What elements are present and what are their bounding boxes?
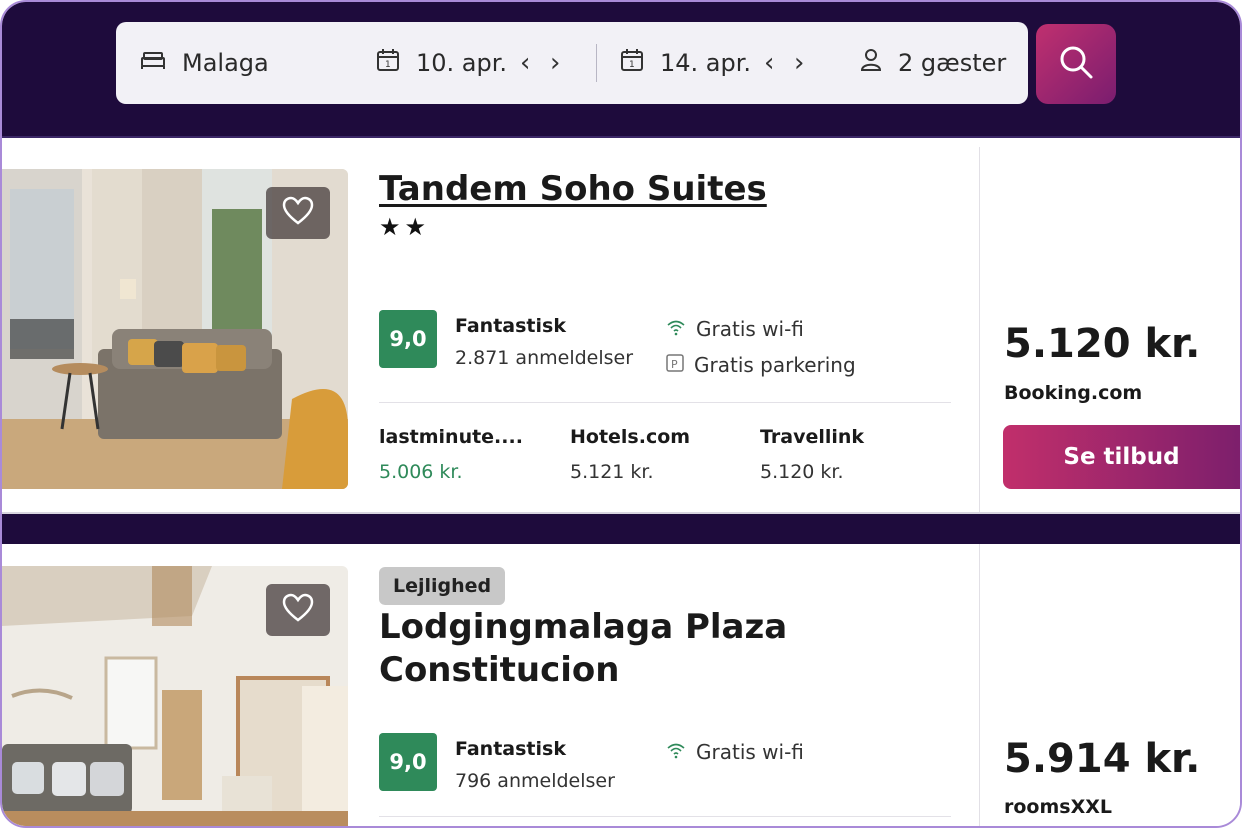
destination-value: Malaga <box>182 49 269 77</box>
score-badge: 9,0 <box>379 310 437 368</box>
hotel-name-line1[interactable]: Lodgingmalaga Plaza <box>379 607 787 647</box>
provider-name[interactable]: lastminute.... <box>379 426 523 448</box>
wifi-icon <box>666 740 686 764</box>
amenity-label: Gratis wi-fi <box>696 317 804 341</box>
provider-name[interactable]: Hotels.com <box>570 426 690 448</box>
chevron-left-icon: ‹ <box>764 48 775 78</box>
amenity-parking: P Gratis parkering <box>666 353 856 377</box>
review-count: 2.871 anmeldelser <box>455 347 634 369</box>
rating-label: Fantastisk <box>455 315 566 337</box>
amenity-label: Gratis wi-fi <box>696 740 804 764</box>
search-button[interactable] <box>1036 24 1116 104</box>
amenity-label: Gratis parkering <box>694 353 856 377</box>
hotel-card: Lejlighed Lodgingmalaga Plaza Constituci… <box>2 544 1240 826</box>
bed-icon <box>140 49 166 77</box>
main-price: 5.914 kr. <box>1004 736 1201 782</box>
hotel-card: Tandem Soho Suites ★★ 9,0 Fantastisk 2.8… <box>2 147 1240 512</box>
main-source: Booking.com <box>1004 382 1143 404</box>
hotel-name-line2[interactable]: Constitucion <box>379 650 620 690</box>
user-icon <box>860 48 882 78</box>
review-count: 796 anmeldelser <box>455 770 615 792</box>
svg-text:P: P <box>671 358 678 371</box>
price-divider <box>979 147 980 512</box>
checkout-field[interactable]: 1 14. apr. <box>620 22 751 104</box>
checkout-value: 14. apr. <box>660 49 752 77</box>
svg-text:1: 1 <box>629 60 635 70</box>
price-divider <box>979 544 980 826</box>
heart-icon <box>282 593 314 627</box>
guests-field[interactable]: 2 gæster <box>860 22 1006 104</box>
hotel-photo[interactable] <box>2 566 348 826</box>
provider-price[interactable]: 5.006 kr. <box>379 461 463 483</box>
checkin-next-button[interactable]: › <box>550 22 560 104</box>
calendar-icon: 1 <box>376 48 400 78</box>
chevron-right-icon: › <box>550 48 561 78</box>
checkout-prev-button[interactable]: ‹ <box>764 22 774 104</box>
section-separator <box>2 512 1240 544</box>
see-deal-button[interactable]: Se tilbud <box>1003 425 1240 489</box>
guests-value: 2 gæster <box>898 49 1007 77</box>
amenity-wifi: Gratis wi-fi <box>666 740 804 764</box>
hotel-photo[interactable] <box>2 169 348 489</box>
svg-text:1: 1 <box>385 60 391 70</box>
checkin-value: 10. apr. <box>416 49 508 77</box>
property-type-badge: Lejlighed <box>379 567 506 605</box>
divider <box>379 816 951 817</box>
chevron-right-icon: › <box>794 48 805 78</box>
checkin-prev-button[interactable]: ‹ <box>520 22 530 104</box>
provider-price[interactable]: 5.121 kr. <box>570 461 654 483</box>
app-frame: Malaga 1 10. apr. ‹ › 1 14. apr. ‹ › 2 g… <box>0 0 1242 828</box>
provider-name[interactable]: Travellink <box>760 426 864 448</box>
provider-price[interactable]: 5.120 kr. <box>760 461 844 483</box>
checkin-field[interactable]: 1 10. apr. <box>376 22 507 104</box>
divider <box>379 402 951 403</box>
wifi-icon <box>666 317 686 341</box>
main-price: 5.120 kr. <box>1004 321 1201 367</box>
checkout-next-button[interactable]: › <box>794 22 804 104</box>
parking-icon: P <box>666 353 684 377</box>
main-source: roomsXXL <box>1004 796 1112 818</box>
favorite-button[interactable] <box>266 187 330 239</box>
divider <box>596 44 597 82</box>
chevron-left-icon: ‹ <box>520 48 531 78</box>
search-header: Malaga 1 10. apr. ‹ › 1 14. apr. ‹ › 2 g… <box>2 2 1240 138</box>
rating-label: Fantastisk <box>455 738 566 760</box>
search-bar: Malaga 1 10. apr. ‹ › 1 14. apr. ‹ › 2 g… <box>116 22 1028 104</box>
amenity-wifi: Gratis wi-fi <box>666 317 804 341</box>
score-badge: 9,0 <box>379 733 437 791</box>
search-icon <box>1057 43 1095 85</box>
favorite-button[interactable] <box>266 584 330 636</box>
hotel-name-link[interactable]: Tandem Soho Suites <box>379 169 767 209</box>
destination-field[interactable]: Malaga <box>140 22 269 104</box>
star-rating: ★★ <box>379 213 431 241</box>
heart-icon <box>282 196 314 230</box>
calendar-icon: 1 <box>620 48 644 78</box>
